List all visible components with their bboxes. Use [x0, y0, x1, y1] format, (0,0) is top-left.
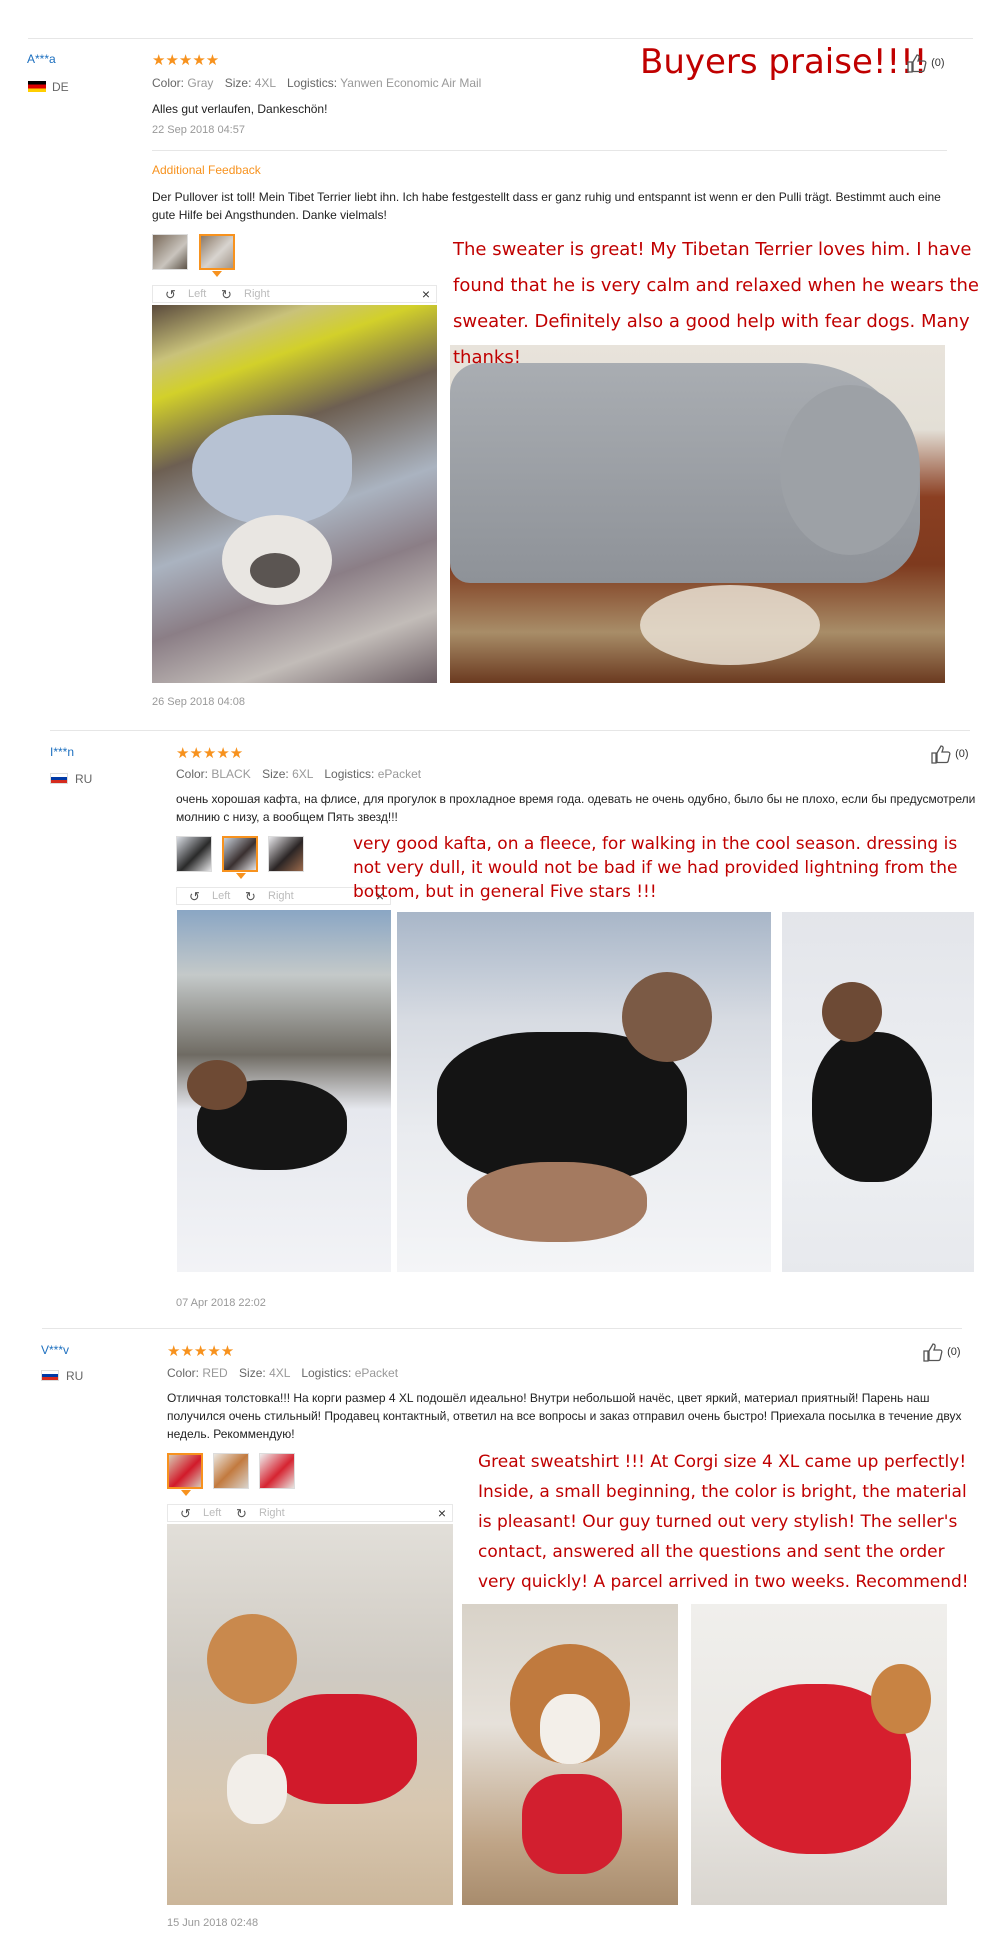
review-photo [152, 305, 437, 683]
photo-thumbnail-selected[interactable] [222, 836, 258, 872]
selected-indicator [181, 1490, 191, 1496]
rating-stars: ★★★★★ [176, 745, 244, 762]
photo-thumbnail[interactable] [259, 1453, 295, 1489]
reviewer-country: RU [75, 772, 93, 786]
photo-thumbnail-selected[interactable] [199, 234, 235, 270]
rating-stars: ★★★★★ [167, 1343, 235, 1360]
reviewer-country: RU [66, 1369, 84, 1383]
review-date: 22 Sep 2018 04:57 [152, 124, 245, 136]
thumbs-up-icon [923, 1343, 943, 1362]
flag-de-icon [28, 81, 46, 92]
rating-stars: ★★★★★ [152, 52, 220, 69]
image-viewer-toolbar: ↺ Left ↻ Right × [167, 1504, 453, 1522]
flag-ru-icon [41, 1370, 59, 1381]
additional-feedback-date: 26 Sep 2018 04:08 [152, 696, 245, 708]
photo-thumbnail[interactable] [152, 234, 188, 270]
translation-annotation: The sweater is great! My Tibetan Terrier… [453, 239, 979, 368]
close-icon[interactable]: × [422, 286, 430, 302]
rotate-left-icon[interactable]: ↺ [189, 889, 200, 905]
rotate-right-icon[interactable]: ↻ [221, 287, 232, 303]
review-divider [28, 38, 973, 39]
rotate-left-button[interactable]: Left [188, 288, 206, 300]
rotate-left-button[interactable]: Left [203, 1507, 221, 1519]
helpful-button[interactable]: (0) [922, 1342, 961, 1362]
selected-indicator [236, 873, 246, 879]
rotate-left-icon[interactable]: ↺ [180, 1506, 191, 1522]
rotate-left-button[interactable]: Left [212, 890, 230, 902]
reviewer-name[interactable]: I***n [50, 745, 74, 759]
thumbs-up-icon [907, 54, 927, 73]
review-photo [782, 912, 974, 1272]
likes-count: (0) [931, 56, 945, 69]
headline-annotation: Buyers praise!!!! [640, 42, 928, 82]
photo-thumbnail-selected[interactable] [167, 1453, 203, 1489]
order-info: Color: BLACK Size: 6XL Logistics: ePacke… [176, 767, 422, 781]
review-date: 15 Jun 2018 02:48 [167, 1917, 259, 1929]
feedback-divider [152, 150, 947, 151]
image-viewer-toolbar: ↺ Left ↻ Right × [152, 285, 437, 303]
order-info: Color: RED Size: 4XL Logistics: ePacket [167, 1366, 399, 1380]
review-divider [42, 1328, 962, 1329]
thumbs-up-icon [931, 745, 951, 764]
likes-count: (0) [955, 747, 969, 760]
photo-thumbnail[interactable] [213, 1453, 249, 1489]
review-photo [462, 1604, 678, 1905]
helpful-button[interactable]: (0) [930, 744, 969, 764]
review-photo [450, 345, 945, 683]
translation-annotation: Great sweatshirt !!! At Corgi size 4 XL … [478, 1452, 969, 1592]
review-photo [167, 1524, 453, 1905]
additional-feedback-text: Der Pullover ist toll! Mein Tibet Terrie… [152, 190, 941, 222]
review-photo [397, 912, 771, 1272]
review-photo [177, 910, 391, 1272]
order-info: Color: Gray Size: 4XL Logistics: Yanwen … [152, 76, 482, 90]
likes-count: (0) [947, 1345, 961, 1358]
rotate-right-button[interactable]: Right [259, 1507, 285, 1519]
review-text: Отличная толстовка!!! На корги размер 4 … [167, 1391, 962, 1441]
photo-thumbnail[interactable] [176, 836, 212, 872]
helpful-button[interactable]: (0) [906, 53, 945, 73]
translation-annotation: very good kafta, on a fleece, for walkin… [353, 834, 958, 902]
rotate-right-icon[interactable]: ↻ [245, 889, 256, 905]
rotate-left-icon[interactable]: ↺ [165, 287, 176, 303]
selected-indicator [212, 271, 222, 277]
additional-feedback-label: Additional Feedback [152, 163, 261, 177]
review-text: очень хорошая кафта, на флисе, для прогу… [176, 792, 976, 824]
review-divider [50, 730, 970, 731]
flag-ru-icon [50, 773, 68, 784]
close-icon[interactable]: × [438, 1505, 446, 1521]
review-photo [691, 1604, 947, 1905]
rotate-right-icon[interactable]: ↻ [236, 1506, 247, 1522]
rotate-right-button[interactable]: Right [244, 288, 270, 300]
review-text: Alles gut verlaufen, Dankeschön! [152, 102, 328, 116]
reviewer-name[interactable]: V***v [41, 1343, 69, 1357]
review-date: 07 Apr 2018 22:02 [176, 1297, 266, 1309]
photo-thumbnail[interactable] [268, 836, 304, 872]
reviewer-name[interactable]: A***a [27, 52, 56, 66]
reviewer-country: DE [52, 80, 69, 94]
rotate-right-button[interactable]: Right [268, 890, 294, 902]
